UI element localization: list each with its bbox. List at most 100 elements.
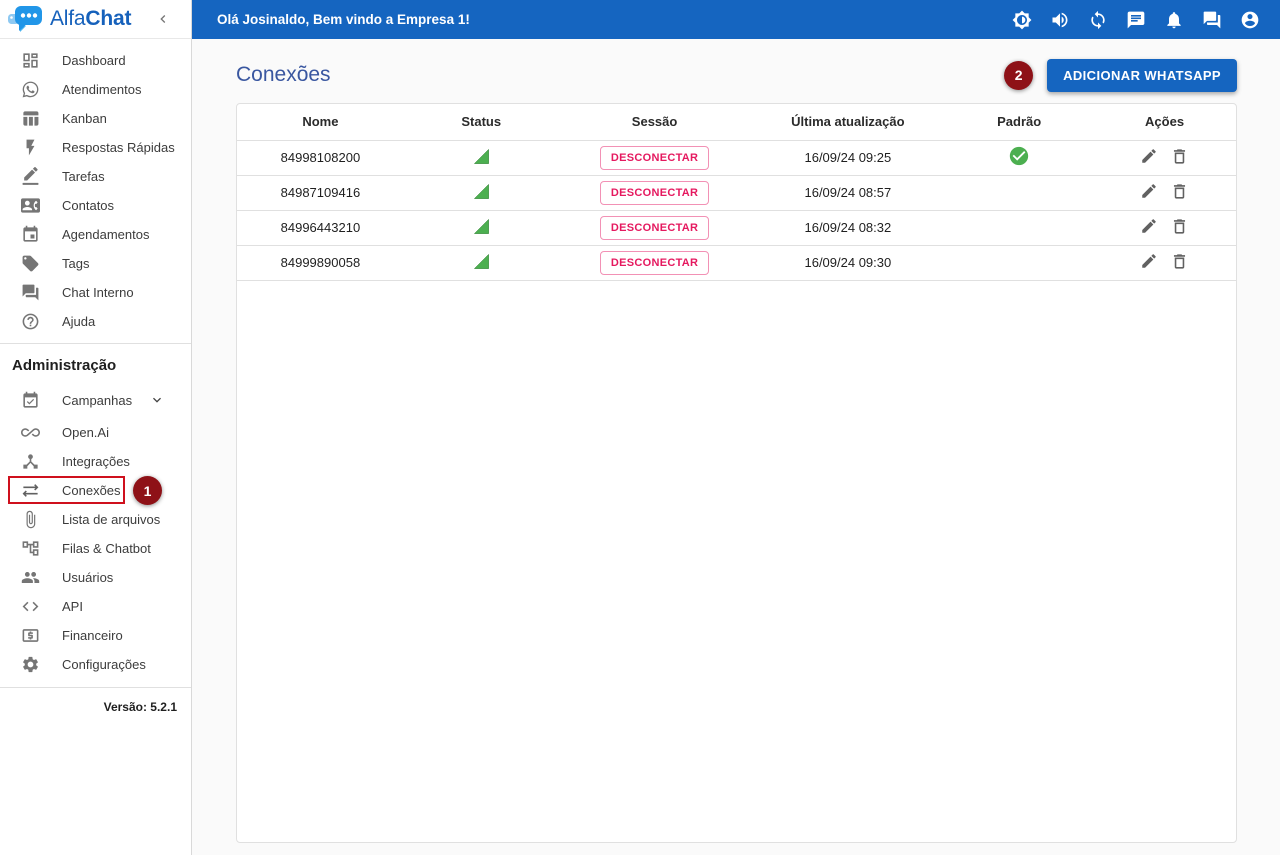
delete-icon[interactable] <box>1170 217 1189 236</box>
sync-icon[interactable] <box>1088 10 1108 30</box>
app-root: AlfaChat Dashboard Atendimentos Kanban R… <box>0 0 1280 855</box>
content: Conexões 2 ADICIONAR WHATSAPP Nome Statu… <box>192 39 1280 855</box>
sidebar-item-filas-chatbot[interactable]: Filas & Chatbot <box>0 534 191 563</box>
sidebar-item-tags[interactable]: Tags <box>0 249 191 278</box>
sidebar-item-api[interactable]: API <box>0 592 191 621</box>
campaigns-icon <box>20 390 40 410</box>
integrations-icon <box>20 452 40 472</box>
sidebar-item-label: Dashboard <box>62 53 126 68</box>
table-row: 84998108200 DESCONECTAR 16/09/24 09:25 <box>237 140 1236 176</box>
disconnect-button[interactable]: DESCONECTAR <box>599 145 710 170</box>
account-icon[interactable] <box>1240 10 1260 30</box>
delete-icon[interactable] <box>1170 182 1189 201</box>
volume-icon[interactable] <box>1050 10 1070 30</box>
table-row: 84987109416 DESCONECTAR 16/09/24 08:57 <box>237 175 1236 211</box>
disconnect-button[interactable]: DESCONECTAR <box>599 180 710 205</box>
sidebar-item-usuarios[interactable]: Usuários <box>0 563 191 592</box>
header-nome: Nome <box>237 104 404 141</box>
tutorial-step-1-badge: 1 <box>133 476 162 505</box>
sidebar-item-label: Chat Interno <box>62 285 134 300</box>
sidebar-item-kanban[interactable]: Kanban <box>0 104 191 133</box>
sidebar-item-atendimentos[interactable]: Atendimentos <box>0 75 191 104</box>
sidebar-item-chat-interno[interactable]: Chat Interno <box>0 278 191 307</box>
sidebar-item-respostas-rapidas[interactable]: Respostas Rápidas <box>0 133 191 162</box>
dark-mode-icon[interactable] <box>1012 10 1032 30</box>
sidebar-item-contatos[interactable]: Contatos <box>0 191 191 220</box>
header-sessao: Sessão <box>558 104 751 141</box>
admin-section-title: Administração <box>12 357 117 374</box>
header-ultima-atualizacao: Última atualização <box>750 104 946 141</box>
sidebar-item-label: Campanhas <box>62 392 133 408</box>
sidebar-item-label: Usuários <box>62 570 114 585</box>
connection-name: 84999890058 <box>237 245 404 281</box>
add-whatsapp-button[interactable]: ADICIONAR WHATSAPP <box>1047 58 1237 92</box>
forum-icon <box>20 283 40 303</box>
calendar-icon <box>20 225 40 245</box>
delete-icon[interactable] <box>1170 147 1189 166</box>
table-row: 84996443210 DESCONECTAR 16/09/24 08:32 <box>237 210 1236 246</box>
sidebar-item-agendamentos[interactable]: Agendamentos <box>0 220 191 249</box>
sidebar-item-integracoes[interactable]: Integrações <box>0 447 191 476</box>
tree-icon <box>20 539 40 559</box>
notifications-icon[interactable] <box>1164 10 1184 30</box>
sidebar-item-label: Lista de arquivos <box>62 512 161 527</box>
last-update: 16/09/24 08:32 <box>750 210 946 246</box>
chat-icon[interactable] <box>1126 10 1146 30</box>
sidebar-item-label: Filas & Chatbot <box>62 541 151 556</box>
sidebar-item-label: Atendimentos <box>62 82 142 97</box>
sidebar-item-conexoes[interactable]: Conexões 1 <box>0 476 191 505</box>
infinity-icon <box>20 423 40 443</box>
sidebar-item-financeiro[interactable]: Financeiro <box>0 621 191 650</box>
disconnect-button[interactable]: DESCONECTAR <box>599 250 710 275</box>
settings-icon <box>20 655 40 675</box>
main-area: Olá Josinaldo, Bem vindo a Empresa 1! Co… <box>192 0 1280 855</box>
header-actions: 2 ADICIONAR WHATSAPP <box>1004 58 1237 92</box>
internal-chat-icon[interactable] <box>1202 10 1222 30</box>
version-label: Versão: 5.2.1 <box>103 700 177 714</box>
topbar: Olá Josinaldo, Bem vindo a Empresa 1! <box>192 0 1280 39</box>
sidebar-item-ajuda[interactable]: Ajuda <box>0 307 191 336</box>
edit-icon[interactable] <box>1140 217 1158 235</box>
sidebar-item-label: Integrações <box>62 454 130 469</box>
sidebar-item-openai[interactable]: Open.Ai <box>0 418 191 447</box>
sidebar-item-tarefas[interactable]: Tarefas <box>0 162 191 191</box>
edit-icon[interactable] <box>1140 252 1158 270</box>
header-padrao: Padrão <box>945 104 1094 141</box>
sidebar-item-dashboard[interactable]: Dashboard <box>0 46 191 75</box>
chevron-down-icon[interactable] <box>149 392 165 408</box>
signal-status-icon <box>472 253 491 274</box>
brand-title: AlfaChat <box>50 7 131 31</box>
delete-icon[interactable] <box>1170 252 1189 271</box>
finance-icon <box>20 626 40 646</box>
table-header-row: Nome Status Sessão Última atualização Pa… <box>237 104 1236 141</box>
brand-alfa: Alfa <box>50 7 86 30</box>
attachment-icon <box>20 510 40 530</box>
sidebar-item-label: Agendamentos <box>62 227 150 242</box>
connection-name: 84998108200 <box>237 140 404 176</box>
connection-name: 84987109416 <box>237 175 404 211</box>
edit-icon[interactable] <box>1140 182 1158 200</box>
whatsapp-icon <box>20 80 40 100</box>
version-row: Versão: 5.2.1 <box>0 687 191 716</box>
sidebar-item-campanhas[interactable]: Campanhas <box>0 382 191 418</box>
flash-icon <box>20 138 40 158</box>
header-status: Status <box>403 104 559 141</box>
signal-status-icon <box>472 218 491 239</box>
greeting-text: Olá Josinaldo, Bem vindo a Empresa 1! <box>217 12 470 27</box>
disconnect-button[interactable]: DESCONECTAR <box>599 215 710 240</box>
edit-icon[interactable] <box>1140 147 1158 165</box>
alfachat-logo-icon <box>6 3 48 35</box>
sidebar: AlfaChat Dashboard Atendimentos Kanban R… <box>0 0 192 855</box>
sidebar-item-label: Respostas Rápidas <box>62 140 175 155</box>
sidebar-collapse-icon[interactable] <box>155 11 171 27</box>
sidebar-item-label: Contatos <box>62 198 115 213</box>
tutorial-step-2-badge: 2 <box>1004 60 1034 90</box>
table-row: 84999890058 DESCONECTAR 16/09/24 09:30 <box>237 245 1236 281</box>
last-update: 16/09/24 09:30 <box>750 245 946 281</box>
sidebar-item-configuracoes[interactable]: Configurações <box>0 650 191 679</box>
sidebar-item-label: Financeiro <box>62 628 123 643</box>
sidebar-item-lista-de-arquivos[interactable]: Lista de arquivos <box>0 505 191 534</box>
sidebar-item-label: Tarefas <box>62 169 105 184</box>
sidebar-item-label: Kanban <box>62 111 107 126</box>
connections-table: Nome Status Sessão Última atualização Pa… <box>237 104 1236 281</box>
